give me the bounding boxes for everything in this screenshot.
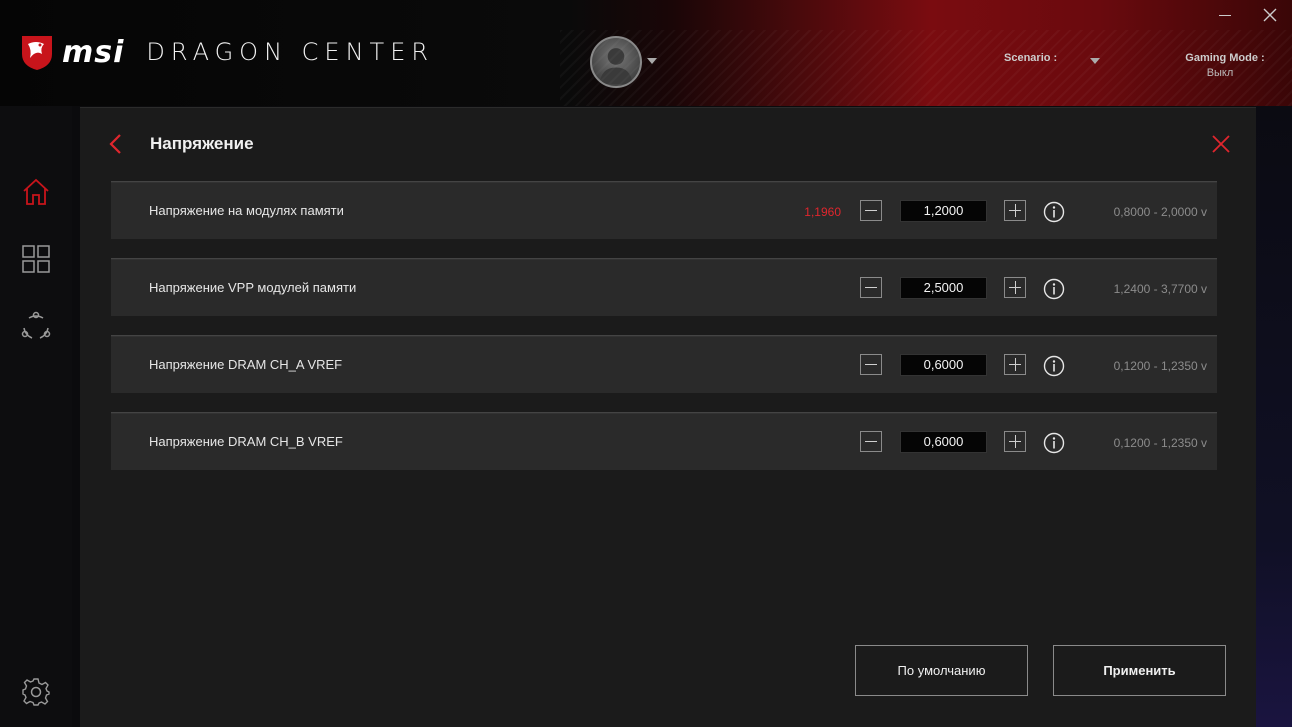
- voltage-panel: Напряжение Напряжение на модулях памяти …: [80, 107, 1256, 727]
- increase-button[interactable]: [1004, 200, 1026, 221]
- sidebar: [0, 106, 72, 727]
- app-name: DRAGON CENTER: [146, 38, 435, 66]
- apply-button[interactable]: Применить: [1053, 645, 1226, 696]
- brand-name: msi: [62, 34, 125, 70]
- increase-button[interactable]: [1004, 277, 1026, 298]
- voltage-input[interactable]: 0,6000: [900, 354, 987, 376]
- voltage-range: 0,1200 - 1,2350 v: [1113, 359, 1207, 373]
- decrease-button[interactable]: [860, 200, 882, 221]
- decrease-button[interactable]: [860, 431, 882, 452]
- voltage-row-vpp: Напряжение VPP модулей памяти 2,5000 1,2…: [111, 258, 1217, 316]
- close-panel-icon[interactable]: [1211, 134, 1231, 154]
- gaming-mode-label: Gaming Mode :: [1185, 52, 1265, 64]
- scenario-dropdown-icon[interactable]: [1090, 58, 1100, 64]
- row-label: Напряжение DRAM CH_A VREF: [149, 357, 343, 372]
- voltage-range: 0,1200 - 1,2350 v: [1113, 436, 1207, 450]
- close-icon: [1263, 8, 1277, 22]
- info-icon[interactable]: [1043, 278, 1065, 300]
- share-icon[interactable]: [20, 310, 52, 342]
- home-icon[interactable]: [20, 176, 52, 208]
- voltage-range: 0,8000 - 2,0000 v: [1113, 205, 1207, 219]
- msi-dragon-icon: [22, 36, 52, 70]
- increase-button[interactable]: [1004, 431, 1026, 452]
- minimize-button[interactable]: [1216, 6, 1234, 24]
- avatar-dropdown-icon[interactable]: [647, 58, 657, 64]
- background-decor: [1256, 106, 1292, 727]
- row-label: Напряжение VPP модулей памяти: [149, 280, 357, 295]
- close-window-button[interactable]: [1261, 6, 1279, 24]
- user-avatar[interactable]: [590, 36, 642, 88]
- decrease-button[interactable]: [860, 354, 882, 375]
- row-label: Напряжение DRAM CH_B VREF: [149, 434, 343, 449]
- reset-default-button[interactable]: По умолчанию: [855, 645, 1028, 696]
- back-arrow-icon[interactable]: [106, 132, 126, 156]
- gear-icon[interactable]: [20, 676, 52, 708]
- info-icon[interactable]: [1043, 201, 1065, 223]
- current-voltage: 1,1960: [804, 205, 841, 219]
- info-icon[interactable]: [1043, 432, 1065, 454]
- gaming-mode-value[interactable]: Выкл: [1180, 67, 1260, 79]
- increase-button[interactable]: [1004, 354, 1026, 375]
- voltage-input[interactable]: 0,6000: [900, 431, 987, 453]
- voltage-range: 1,2400 - 3,7700 v: [1113, 282, 1207, 296]
- title-bar: msi DRAGON CENTER Scenario : Gaming Mode…: [0, 0, 1292, 106]
- decrease-button[interactable]: [860, 277, 882, 298]
- voltage-input[interactable]: 2,5000: [900, 277, 987, 299]
- page-title: Напряжение: [150, 134, 254, 153]
- grid-icon[interactable]: [20, 243, 52, 275]
- voltage-row-ch-a-vref: Напряжение DRAM CH_A VREF 0,6000 0,1200 …: [111, 335, 1217, 393]
- user-icon: [599, 48, 633, 85]
- row-label: Напряжение на модулях памяти: [149, 203, 344, 218]
- info-icon[interactable]: [1043, 355, 1065, 377]
- voltage-row-ch-b-vref: Напряжение DRAM CH_B VREF 0,6000 0,1200 …: [111, 412, 1217, 470]
- logo: msi DRAGON CENTER: [18, 32, 434, 72]
- voltage-row-dram: Напряжение на модулях памяти 1,1960 1,20…: [111, 181, 1217, 239]
- voltage-input[interactable]: 1,2000: [900, 200, 987, 222]
- scenario-label: Scenario :: [1004, 52, 1058, 64]
- voltage-list: Напряжение на модулях памяти 1,1960 1,20…: [111, 181, 1217, 489]
